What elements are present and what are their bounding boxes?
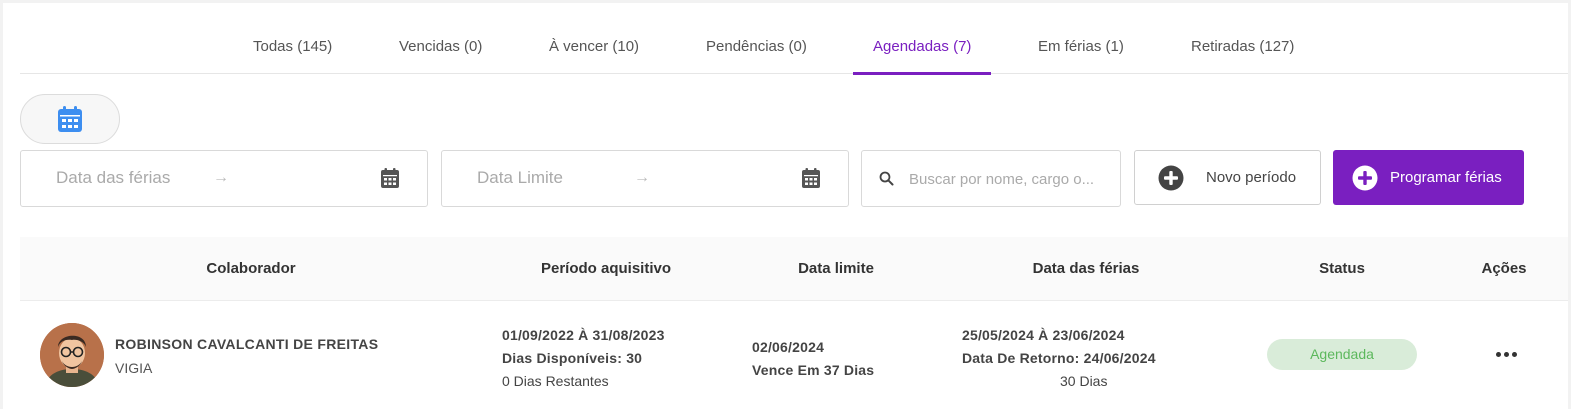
vacation-range: 25/05/2024 À 23/06/2024 <box>962 327 1125 343</box>
range-arrow-icon: → <box>634 169 650 186</box>
vacation-date-range-picker[interactable]: Data das férias → <box>20 150 428 207</box>
limit-date: 02/06/2024 <box>752 339 825 355</box>
column-header-vacation-date[interactable]: Data das férias <box>1033 237 1140 301</box>
tab-todas[interactable]: Todas (145) <box>253 3 332 74</box>
tab-bar: Todas (145) Vencidas (0) À vencer (10) P… <box>20 3 1568 75</box>
return-date: Data De Retorno: 24/06/2024 <box>962 350 1156 366</box>
column-header-employee[interactable]: Colaborador <box>206 237 295 301</box>
available-days: Dias Disponíveis: 30 <box>502 350 643 366</box>
search-input[interactable] <box>909 167 1109 191</box>
table-header: Colaborador Período aquisitivo Data limi… <box>20 237 1568 301</box>
plus-circle-icon <box>1352 165 1378 191</box>
search-icon <box>879 171 894 186</box>
employee-name[interactable]: ROBINSON CAVALCANTI DE FREITAS <box>115 336 378 352</box>
tab-a-vencer[interactable]: À vencer (10) <box>549 3 639 74</box>
tab-agendadas[interactable]: Agendadas (7) <box>852 3 992 75</box>
search-box <box>861 150 1121 207</box>
tab-vencidas[interactable]: Vencidas (0) <box>399 3 482 74</box>
new-period-button[interactable]: Novo período <box>1134 150 1321 205</box>
tab-retiradas[interactable]: Retiradas (127) <box>1191 3 1294 74</box>
calendar-view-button[interactable] <box>20 94 120 144</box>
calendar-icon <box>381 168 399 188</box>
vacation-days: 30 Dias <box>1060 373 1108 389</box>
limit-date-range-picker[interactable]: Data Limite → <box>441 150 849 207</box>
tab-em-ferias[interactable]: Em férias (1) <box>1038 3 1124 74</box>
plus-circle-icon <box>1158 165 1184 191</box>
calendar-icon <box>58 106 82 132</box>
schedule-vacation-button[interactable]: Programar férias <box>1333 150 1524 205</box>
new-period-label: Novo período <box>1206 169 1297 186</box>
column-header-status: Status <box>1319 260 1365 277</box>
column-header-limit-date[interactable]: Data limite <box>798 237 874 301</box>
status-badge: Agendada <box>1267 339 1417 370</box>
more-actions-icon[interactable] <box>1492 346 1520 362</box>
column-header-actions: Ações <box>1481 260 1527 277</box>
vacation-date-placeholder: Data das férias <box>56 168 171 187</box>
avatar <box>40 323 104 387</box>
column-header-acquisition-period[interactable]: Período aquisitivo <box>541 237 671 301</box>
schedule-vacation-label: Programar férias <box>1390 169 1502 186</box>
employee-role: VIGIA <box>115 360 153 376</box>
tab-pendencias[interactable]: Pendências (0) <box>706 3 807 74</box>
range-arrow-icon: → <box>213 169 229 186</box>
page: Todas (145) Vencidas (0) À vencer (10) P… <box>3 3 1568 409</box>
table-row[interactable]: ROBINSON CAVALCANTI DE FREITAS VIGIA 01/… <box>20 302 1568 409</box>
expires-in: Vence Em 37 Dias <box>752 362 875 378</box>
acquisition-period: 01/09/2022 À 31/08/2023 <box>502 327 665 343</box>
calendar-icon <box>802 168 820 188</box>
limit-date-placeholder: Data Limite <box>477 168 563 187</box>
remaining-days: 0 Dias Restantes <box>502 373 609 389</box>
